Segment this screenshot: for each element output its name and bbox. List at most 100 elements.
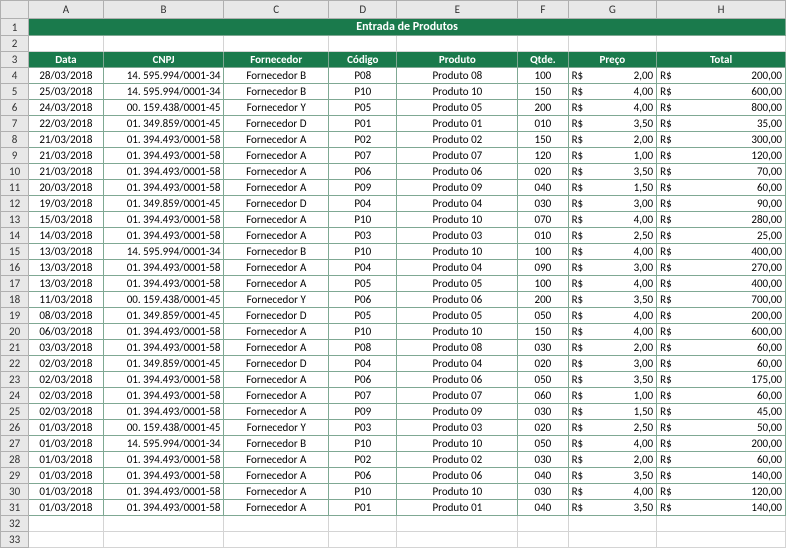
table-header-total[interactable]: Total	[657, 52, 786, 68]
cell-cnpj[interactable]: 01. 394.493/0001-58	[103, 228, 224, 244]
cell-total[interactable]: R$300,00	[657, 132, 786, 148]
cell-fornecedor[interactable]: Fornecedor D	[224, 196, 329, 212]
cell-produto[interactable]: Produto 05	[397, 308, 518, 324]
cell-qtde[interactable]: 010	[518, 116, 568, 132]
row-header-32[interactable]: 32	[1, 516, 29, 532]
cell-empty[interactable]	[397, 516, 518, 532]
row-header-1[interactable]: 1	[1, 19, 29, 36]
cell-total[interactable]: R$280,00	[657, 212, 786, 228]
cell-produto[interactable]: Produto 03	[397, 228, 518, 244]
cell-total[interactable]: R$270,00	[657, 260, 786, 276]
cell-qtde[interactable]: 200	[518, 100, 568, 116]
cell-preco[interactable]: R$2,00	[568, 68, 657, 84]
cell-codigo[interactable]: P01	[329, 116, 397, 132]
cell-fornecedor[interactable]: Fornecedor D	[224, 356, 329, 372]
cell-qtde[interactable]: 020	[518, 420, 568, 436]
cell-total[interactable]: R$60,00	[657, 388, 786, 404]
cell-cnpj[interactable]: 01. 394.493/0001-58	[103, 388, 224, 404]
cell-data[interactable]: 15/03/2018	[29, 212, 103, 228]
cell-qtde[interactable]: 050	[518, 308, 568, 324]
cell-produto[interactable]: Produto 10	[397, 212, 518, 228]
cell-data[interactable]: 28/03/2018	[29, 68, 103, 84]
cell-codigo[interactable]: P07	[329, 388, 397, 404]
row-header-26[interactable]: 26	[1, 420, 29, 436]
cell-codigo[interactable]: P06	[329, 292, 397, 308]
cell-fornecedor[interactable]: Fornecedor A	[224, 212, 329, 228]
cell-produto[interactable]: Produto 09	[397, 404, 518, 420]
cell-fornecedor[interactable]: Fornecedor D	[224, 308, 329, 324]
cell-data[interactable]: 13/03/2018	[29, 260, 103, 276]
cell-preco[interactable]: R$3,50	[568, 292, 657, 308]
cell-data[interactable]: 20/03/2018	[29, 180, 103, 196]
cell-qtde[interactable]: 030	[518, 484, 568, 500]
cell-produto[interactable]: Produto 10	[397, 484, 518, 500]
table-header-preco[interactable]: Preço	[568, 52, 657, 68]
cell-codigo[interactable]: P06	[329, 372, 397, 388]
row-header-22[interactable]: 22	[1, 356, 29, 372]
cell-cnpj[interactable]: 14. 595.994/0001-34	[103, 68, 224, 84]
cell-qtde[interactable]: 010	[518, 228, 568, 244]
cell-empty[interactable]	[657, 532, 786, 548]
table-header-fornecedor[interactable]: Fornecedor	[224, 52, 329, 68]
row-header-8[interactable]: 8	[1, 132, 29, 148]
cell-fornecedor[interactable]: Fornecedor A	[224, 132, 329, 148]
cell-empty[interactable]	[518, 532, 568, 548]
row-header-31[interactable]: 31	[1, 500, 29, 516]
cell-preco[interactable]: R$2,00	[568, 340, 657, 356]
col-header-D[interactable]: D	[329, 1, 397, 19]
cell-preco[interactable]: R$2,00	[568, 132, 657, 148]
cell-fornecedor[interactable]: Fornecedor A	[224, 180, 329, 196]
cell-qtde[interactable]: 100	[518, 244, 568, 260]
cell-qtde[interactable]: 040	[518, 468, 568, 484]
row-header-30[interactable]: 30	[1, 484, 29, 500]
cell-codigo[interactable]: P03	[329, 228, 397, 244]
row-header-3[interactable]: 3	[1, 52, 29, 68]
row-header-2[interactable]: 2	[1, 36, 29, 52]
cell-codigo[interactable]: P10	[329, 436, 397, 452]
col-header-G[interactable]: G	[568, 1, 657, 19]
row-header-16[interactable]: 16	[1, 260, 29, 276]
cell-total[interactable]: R$700,00	[657, 292, 786, 308]
cell-empty[interactable]	[329, 516, 397, 532]
cell-produto[interactable]: Produto 06	[397, 372, 518, 388]
cell-cnpj[interactable]: 01. 349.859/0001-45	[103, 116, 224, 132]
row-header-5[interactable]: 5	[1, 84, 29, 100]
col-header-E[interactable]: E	[397, 1, 518, 19]
cell-cnpj[interactable]: 14. 595.994/0001-34	[103, 436, 224, 452]
cell-preco[interactable]: R$4,00	[568, 276, 657, 292]
cell-data[interactable]: 01/03/2018	[29, 420, 103, 436]
cell-codigo[interactable]: P05	[329, 100, 397, 116]
cell-blank[interactable]	[568, 36, 657, 52]
cell-produto[interactable]: Produto 06	[397, 164, 518, 180]
cell-cnpj[interactable]: 01. 394.493/0001-58	[103, 452, 224, 468]
cell-total[interactable]: R$50,00	[657, 420, 786, 436]
cell-fornecedor[interactable]: Fornecedor A	[224, 228, 329, 244]
cell-fornecedor[interactable]: Fornecedor B	[224, 84, 329, 100]
cell-data[interactable]: 01/03/2018	[29, 468, 103, 484]
cell-fornecedor[interactable]: Fornecedor A	[224, 468, 329, 484]
cell-data[interactable]: 03/03/2018	[29, 340, 103, 356]
cell-codigo[interactable]: P10	[329, 212, 397, 228]
cell-preco[interactable]: R$4,00	[568, 308, 657, 324]
cell-cnpj[interactable]: 01. 394.493/0001-58	[103, 164, 224, 180]
cell-preco[interactable]: R$3,00	[568, 260, 657, 276]
cell-codigo[interactable]: P10	[329, 484, 397, 500]
cell-total[interactable]: R$400,00	[657, 244, 786, 260]
cell-qtde[interactable]: 150	[518, 132, 568, 148]
cell-total[interactable]: R$60,00	[657, 180, 786, 196]
col-header-B[interactable]: B	[103, 1, 224, 19]
row-header-11[interactable]: 11	[1, 180, 29, 196]
cell-total[interactable]: R$140,00	[657, 468, 786, 484]
cell-preco[interactable]: R$4,00	[568, 84, 657, 100]
grid[interactable]: A B C D E F G H 1Entrada de Produtos23Da…	[0, 0, 786, 548]
cell-codigo[interactable]: P10	[329, 244, 397, 260]
cell-codigo[interactable]: P08	[329, 340, 397, 356]
col-header-C[interactable]: C	[224, 1, 329, 19]
cell-produto[interactable]: Produto 04	[397, 356, 518, 372]
cell-cnpj[interactable]: 01. 349.859/0001-45	[103, 196, 224, 212]
cell-qtde[interactable]: 200	[518, 292, 568, 308]
table-header-codigo[interactable]: Código	[329, 52, 397, 68]
cell-preco[interactable]: R$3,50	[568, 164, 657, 180]
cell-preco[interactable]: R$3,00	[568, 196, 657, 212]
cell-qtde[interactable]: 020	[518, 356, 568, 372]
